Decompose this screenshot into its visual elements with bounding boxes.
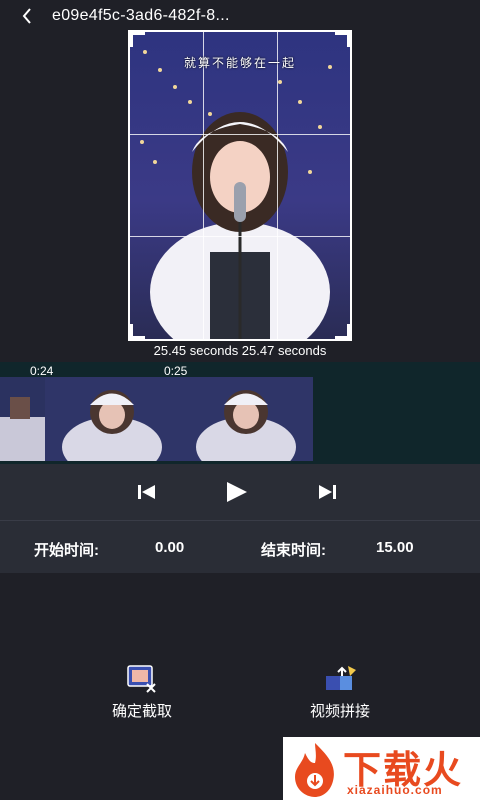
timeline-thumbnail	[45, 377, 179, 461]
confirm-crop-button[interactable]: 确定截取	[98, 664, 186, 721]
crop-grid-line	[276, 32, 278, 339]
crop-corner-handle[interactable]	[335, 32, 350, 47]
skip-previous-icon	[138, 485, 155, 499]
video-timeline[interactable]: 0:24 0:25	[0, 362, 480, 464]
crop-corner-handle[interactable]	[130, 324, 145, 339]
playback-controls	[0, 464, 480, 521]
video-subtitle: 就算不能够在一起	[183, 56, 296, 70]
crop-screen-icon	[127, 665, 156, 693]
next-button[interactable]	[313, 478, 341, 506]
end-time-value[interactable]: 15.00	[376, 539, 414, 556]
header-bar: e09e4f5c-3ad6-482f-8...	[0, 0, 480, 32]
crop-corner-handle[interactable]	[335, 324, 350, 339]
timeline-thumbnail	[0, 377, 45, 461]
video-frame-image	[130, 32, 350, 339]
watermark-url: xiazaihuo.com	[347, 783, 443, 797]
back-button[interactable]	[14, 4, 40, 28]
timeline-tick: 0:24	[30, 364, 54, 378]
page-title: e09e4f5c-3ad6-482f-8...	[52, 7, 230, 24]
timeline-tick: 0:25	[164, 364, 188, 378]
trim-time-panel: 开始时间: 0.00 结束时间: 15.00	[0, 521, 480, 573]
selection-time-range: 25.45 seconds 25.47 seconds	[153, 343, 327, 358]
crop-grid-line	[130, 236, 350, 238]
video-concat-icon	[326, 666, 356, 690]
video-concat-label: 视频拼接	[309, 703, 370, 720]
previous-button[interactable]	[133, 478, 161, 506]
timeline-thumbnail	[179, 377, 313, 461]
crop-grid-line	[203, 32, 205, 339]
video-concat-button[interactable]: 视频拼接	[296, 664, 384, 721]
start-time-label: 开始时间:	[34, 542, 99, 559]
video-preview[interactable]: 就算不能够在一起	[128, 30, 352, 341]
play-icon	[227, 482, 247, 502]
chevron-left-icon	[22, 8, 31, 24]
confirm-crop-label: 确定截取	[111, 703, 172, 720]
end-time-label: 结束时间:	[261, 542, 326, 559]
timeline-thumbnails	[0, 377, 313, 461]
play-button[interactable]	[222, 478, 250, 506]
site-watermark: 下载火 xiazaihuo.com	[283, 737, 480, 800]
start-time-value[interactable]: 0.00	[155, 539, 184, 556]
crop-corner-handle[interactable]	[130, 32, 145, 47]
skip-next-icon	[319, 485, 336, 499]
crop-grid-line	[130, 134, 350, 136]
flame-logo-icon	[295, 743, 334, 797]
